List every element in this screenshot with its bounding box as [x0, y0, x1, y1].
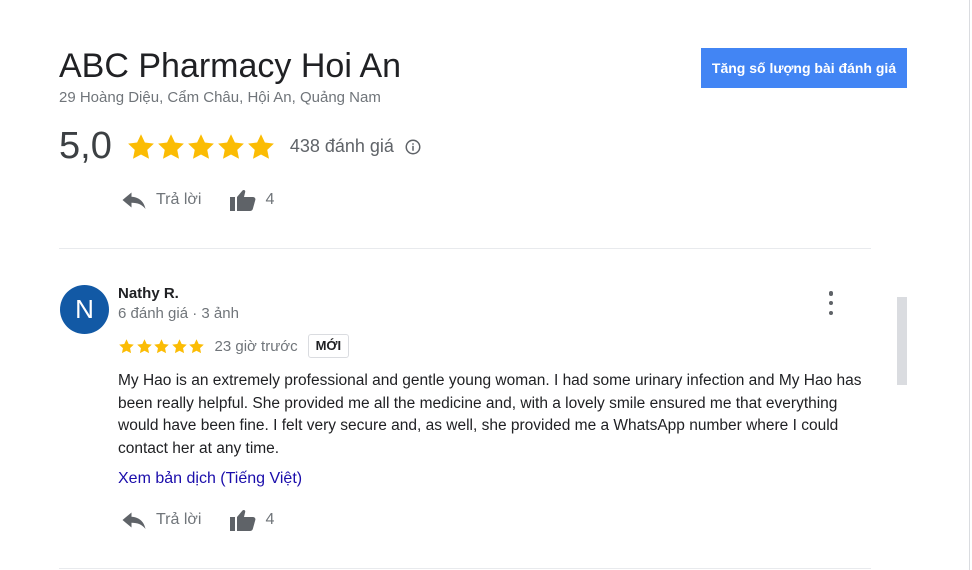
star-icon	[154, 338, 169, 353]
previous-review-actions: Trả lời 4	[121, 188, 274, 212]
divider	[59, 568, 871, 569]
thumbs-up-icon[interactable]	[229, 188, 257, 212]
page-edge-line	[969, 0, 970, 570]
business-address: 29 Hoàng Diệu, Cẩm Châu, Hội An, Quảng N…	[59, 89, 381, 106]
more-options-icon[interactable]	[820, 290, 842, 316]
thumbs-up-icon[interactable]	[229, 508, 257, 532]
review-time: 23 giờ trước	[214, 337, 298, 355]
new-badge: MỚI	[307, 334, 350, 358]
reviewer-meta: 6 đánh giá · 3 ảnh	[118, 305, 239, 322]
reply-label[interactable]: Trả lời	[156, 511, 201, 529]
avatar[interactable]: N	[60, 285, 109, 334]
star-icon	[127, 133, 154, 159]
review-count: 438 đánh giá	[289, 136, 394, 156]
info-icon[interactable]	[404, 138, 422, 156]
menu-dot	[828, 300, 834, 306]
reply-icon[interactable]	[121, 509, 147, 531]
like-count: 4	[265, 511, 275, 528]
like-count: 4	[265, 191, 275, 208]
menu-dot	[828, 310, 834, 315]
star-icon	[119, 338, 134, 353]
star-icon	[157, 133, 184, 159]
star-icon	[189, 338, 204, 353]
rating-value: 5,0	[59, 125, 112, 167]
scrollbar-thumb[interactable]	[897, 297, 907, 385]
star-icon	[187, 133, 214, 159]
divider	[59, 248, 871, 249]
star-icon	[247, 133, 274, 159]
business-name: ABC Pharmacy Hoi An	[59, 47, 402, 85]
review-text: My Hao is an extremely professional and …	[118, 372, 862, 458]
review-rating: 23 giờ trước MỚI	[118, 334, 350, 358]
overall-rating: 5,0 438 đánh giá	[59, 125, 422, 168]
star-icon	[136, 338, 152, 353]
review-stars	[118, 338, 206, 355]
star-icon	[171, 338, 187, 353]
star-icon	[217, 133, 244, 159]
reply-label[interactable]: Trả lời	[156, 191, 201, 209]
increase-reviews-button[interactable]: Tăng số lượng bài đánh giá	[701, 48, 907, 88]
reviewer-name[interactable]: Nathy R.	[118, 285, 179, 302]
translate-link[interactable]: Xem bản dịch (Tiếng Việt)	[118, 470, 302, 488]
overall-stars	[126, 132, 276, 162]
menu-dot	[828, 291, 834, 296]
reply-icon[interactable]	[121, 189, 147, 211]
review-actions: Trả lời 4	[121, 508, 274, 532]
